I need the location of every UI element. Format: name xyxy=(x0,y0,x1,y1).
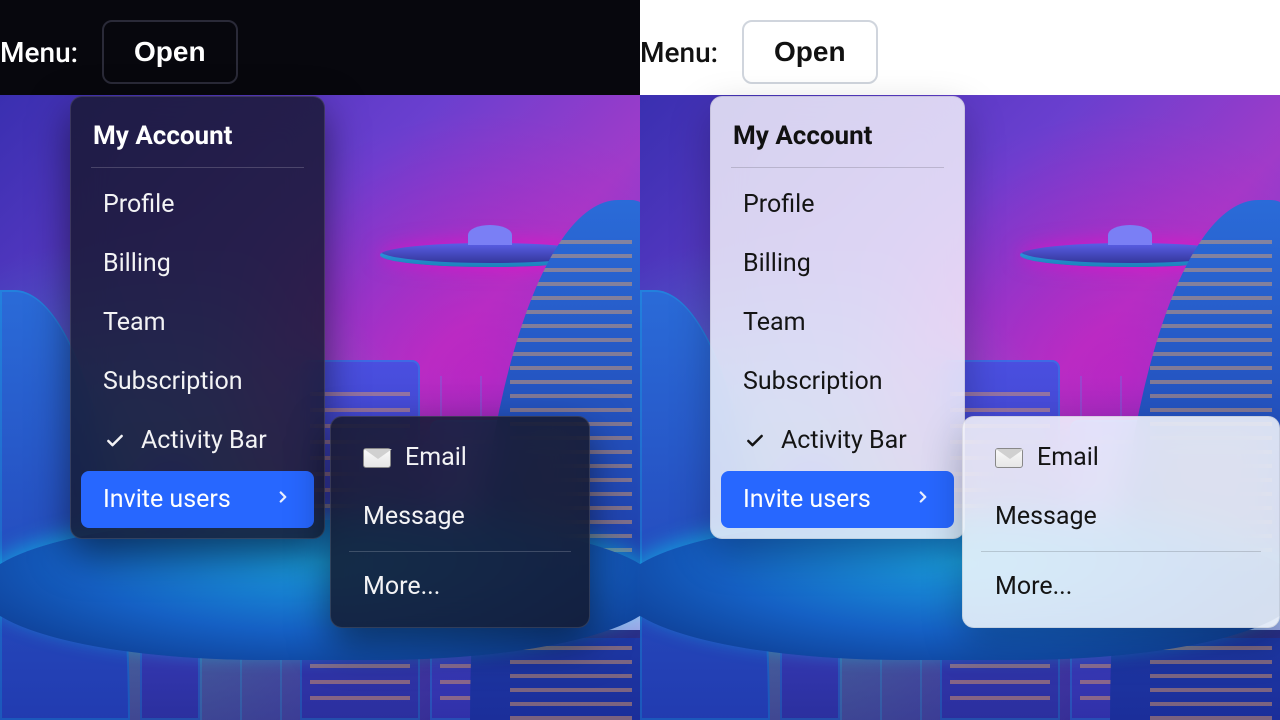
menu-item-invite-users[interactable]: Invite users xyxy=(81,471,314,528)
submenu-divider xyxy=(349,551,571,552)
submenu-item-more[interactable]: More... xyxy=(973,558,1269,615)
menu-item-subscription[interactable]: Subscription xyxy=(81,353,314,410)
menu-item-label: Team xyxy=(103,308,166,337)
open-button[interactable]: Open xyxy=(742,20,878,84)
menu-item-label: Activity Bar xyxy=(141,426,267,455)
menu-item-label: Subscription xyxy=(103,367,243,396)
submenu-item-email[interactable]: Email xyxy=(341,429,579,486)
menu-item-team[interactable]: Team xyxy=(81,294,314,351)
menu-label: Menu: xyxy=(640,36,718,69)
menu-item-profile[interactable]: Profile xyxy=(721,176,954,233)
menu-item-invite-users[interactable]: Invite users xyxy=(721,471,954,528)
menu-item-label: Invite users xyxy=(103,485,231,514)
menu-title: My Account xyxy=(71,107,324,163)
dropdown-menu: My Account Profile Billing Team Subscrip… xyxy=(710,96,965,539)
submenu-item-message[interactable]: Message xyxy=(341,488,579,545)
menu-item-label: Activity Bar xyxy=(781,426,907,455)
submenu-divider xyxy=(981,551,1261,552)
menu-item-label: Subscription xyxy=(743,367,883,396)
menu-item-profile[interactable]: Profile xyxy=(81,176,314,233)
menu-item-label: Invite users xyxy=(743,485,871,514)
menu-item-activity-bar[interactable]: Activity Bar xyxy=(81,412,314,469)
submenu-item-label: Message xyxy=(995,502,1097,531)
menu-item-label: Billing xyxy=(103,249,171,278)
menu-item-subscription[interactable]: Subscription xyxy=(721,353,954,410)
submenu-item-label: More... xyxy=(995,572,1072,601)
check-icon xyxy=(103,431,127,451)
header-dark: Menu: Open xyxy=(0,0,640,104)
dropdown-menu: My Account Profile Billing Team Subscrip… xyxy=(70,96,325,539)
chevron-right-icon xyxy=(914,487,932,512)
email-icon xyxy=(995,448,1023,468)
panel-dark: Menu: Open My Account Profile Billing Te… xyxy=(0,0,640,720)
submenu-item-more[interactable]: More... xyxy=(341,558,579,615)
header-light: Menu: Open xyxy=(640,0,1280,104)
menu-divider xyxy=(91,167,304,168)
submenu-item-label: More... xyxy=(363,572,440,601)
chevron-right-icon xyxy=(274,487,292,512)
menu-divider xyxy=(731,167,944,168)
submenu-item-label: Email xyxy=(405,443,467,472)
check-icon xyxy=(743,431,767,451)
email-icon xyxy=(363,448,391,468)
menu-label: Menu: xyxy=(0,36,78,69)
panel-light: Menu: Open My Account Profile Billing Te… xyxy=(640,0,1280,720)
menu-title: My Account xyxy=(711,107,964,163)
submenu-invite: Email Message More... xyxy=(330,416,590,628)
submenu-item-label: Email xyxy=(1037,443,1099,472)
menu-item-team[interactable]: Team xyxy=(721,294,954,351)
menu-item-billing[interactable]: Billing xyxy=(721,235,954,292)
menu-item-activity-bar[interactable]: Activity Bar xyxy=(721,412,954,469)
submenu-item-message[interactable]: Message xyxy=(973,488,1269,545)
submenu-invite: Email Message More... xyxy=(962,416,1280,628)
menu-item-label: Billing xyxy=(743,249,811,278)
menu-item-label: Profile xyxy=(743,190,814,219)
menu-item-label: Profile xyxy=(103,190,174,219)
submenu-item-label: Message xyxy=(363,502,465,531)
open-button[interactable]: Open xyxy=(102,20,238,84)
menu-item-billing[interactable]: Billing xyxy=(81,235,314,292)
menu-item-label: Team xyxy=(743,308,806,337)
submenu-item-email[interactable]: Email xyxy=(973,429,1269,486)
